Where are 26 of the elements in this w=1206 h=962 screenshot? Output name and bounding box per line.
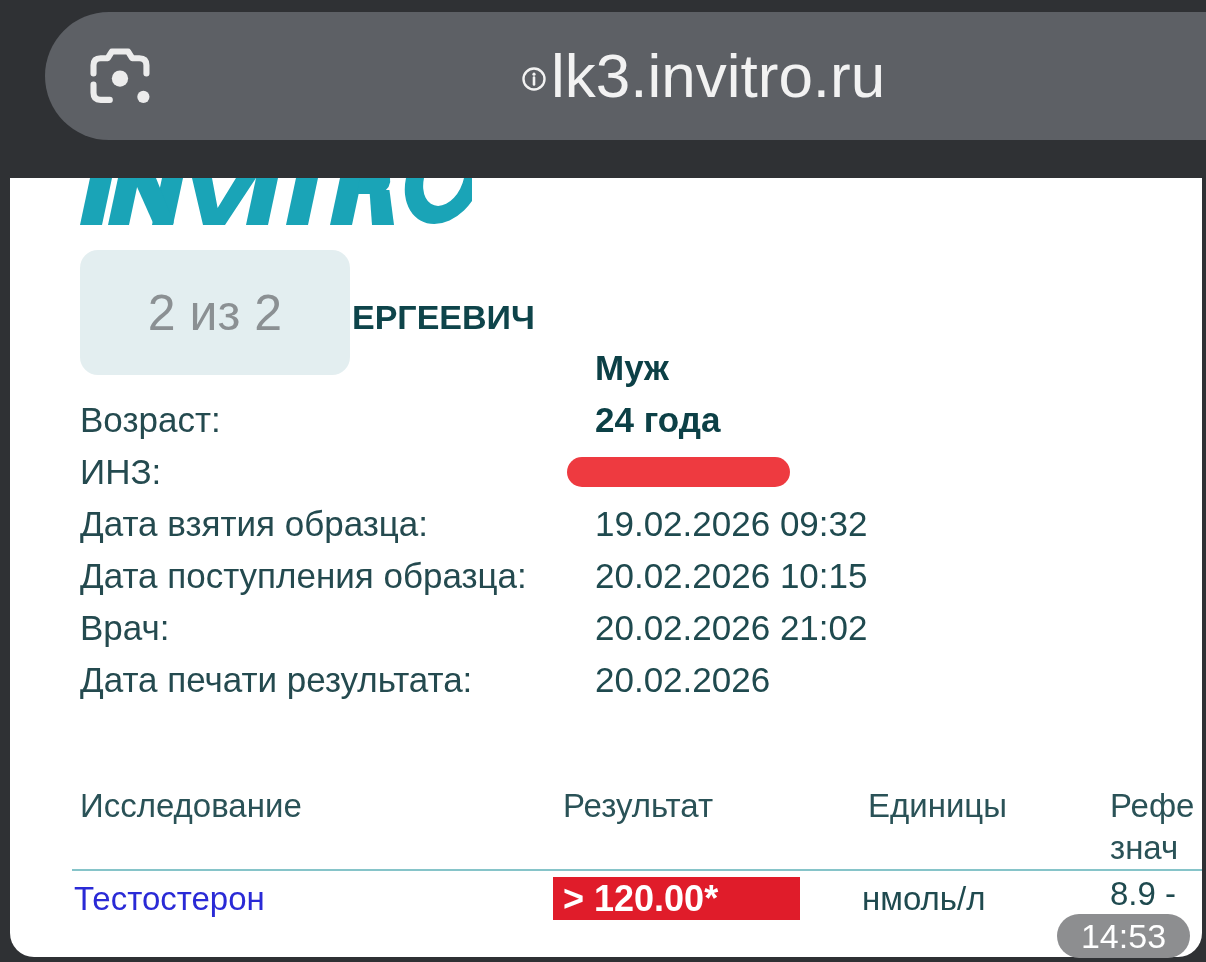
reference-cell: 8.9 -	[1110, 877, 1177, 911]
field-label: Возраст:	[80, 399, 221, 441]
field-value: 20.02.2026 10:15	[595, 555, 868, 597]
column-header: Рефе знач	[1110, 786, 1195, 868]
info-icon[interactable]	[522, 67, 546, 91]
test-name-link[interactable]: Тестостерон	[74, 877, 265, 920]
result-value: > 120.00*	[553, 877, 800, 920]
field-label: Дата взятия образца:	[80, 503, 429, 545]
field-label: Врач:	[80, 607, 170, 649]
column-header: Результат	[563, 786, 714, 826]
field-label: Дата поступления образца:	[80, 555, 527, 597]
field-value: 19.02.2026 09:32	[595, 503, 868, 545]
page-counter: 2 из 2	[80, 250, 350, 375]
field-value: 24 года	[595, 399, 721, 441]
address-bar[interactable]: lk3.invitro.ru	[45, 12, 1206, 140]
field-value: 20.02.2026	[595, 659, 771, 701]
field-label: ИНЗ:	[80, 451, 162, 493]
field-value: 20.02.2026 21:02	[595, 607, 868, 649]
field-label: Дата печати результата:	[80, 659, 473, 701]
timestamp: 14:53	[1057, 914, 1190, 958]
patient-name: ЕРГЕЕВИЧ	[352, 297, 535, 338]
units-cell-text: нмоль/л	[862, 879, 986, 919]
column-header: Исследование	[80, 786, 302, 826]
field-value: Муж	[595, 347, 669, 389]
column-header: Единицы	[868, 786, 1007, 826]
url-text[interactable]: lk3.invitro.ru	[551, 40, 886, 112]
